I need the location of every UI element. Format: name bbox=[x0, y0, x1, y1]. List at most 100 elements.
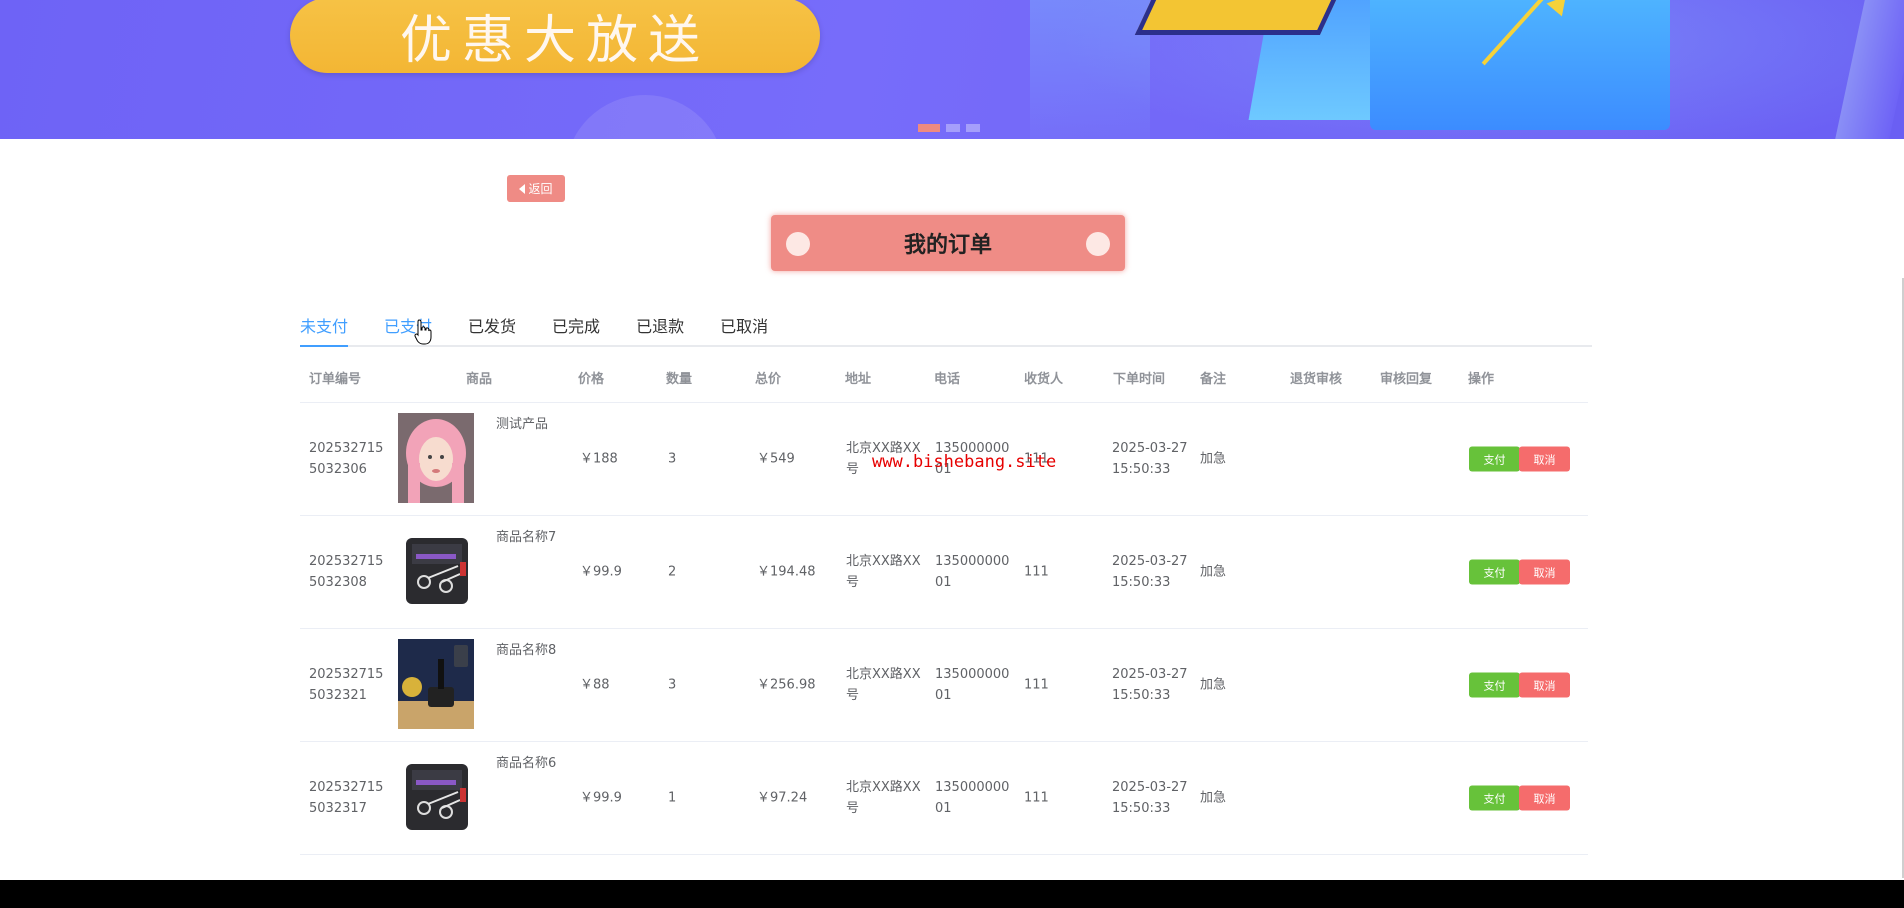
table-row: 202532715 5032321 商品名称8 ￥88 3 ￥256.98 北京XX路XX 号… bbox=[300, 629, 1588, 742]
column-header: 商品 bbox=[466, 372, 493, 387]
cancel-button[interactable]: 取消 bbox=[1519, 672, 1570, 698]
order-time: 2025-03-27 15:50:33 bbox=[1112, 438, 1188, 480]
tab-2[interactable]: 已发货 bbox=[468, 310, 516, 345]
order-number: 202532715 5032317 bbox=[309, 777, 383, 819]
product-name: 商品名称7 bbox=[496, 530, 557, 545]
carousel-dot[interactable] bbox=[946, 124, 960, 132]
back-button[interactable]: 返回 bbox=[507, 175, 565, 202]
product-image[interactable] bbox=[398, 752, 474, 842]
address-line: 北京XX路XX bbox=[846, 780, 921, 795]
product-name: 商品名称8 bbox=[496, 643, 557, 658]
order-number: 202532715 5032306 bbox=[309, 438, 383, 480]
pay-button[interactable]: 支付 bbox=[1469, 559, 1520, 585]
column-header: 电话 bbox=[934, 372, 961, 387]
table-header: 订单编号 商品 价格 数量 总价 地址 电话 收货人 下单时间 备注 退货审核 审核回复 操作 bbox=[300, 360, 1588, 403]
order-time: 2025-03-27 15:50:33 bbox=[1112, 664, 1188, 706]
remark: 加急 bbox=[1200, 564, 1227, 580]
tab-3[interactable]: 已完成 bbox=[552, 310, 600, 345]
phone-line: 01 bbox=[935, 688, 952, 703]
column-header: 操作 bbox=[1468, 372, 1495, 387]
order-time-line: 2025-03-27 bbox=[1112, 780, 1188, 795]
product-image[interactable] bbox=[398, 413, 474, 503]
order-number-line: 202532715 bbox=[309, 441, 384, 456]
back-button-label: 返回 bbox=[528, 182, 553, 196]
carousel-dot[interactable] bbox=[966, 124, 980, 132]
tab-4[interactable]: 已退款 bbox=[636, 310, 684, 345]
column-header: 地址 bbox=[845, 372, 872, 387]
address: 北京XX路XX 号 bbox=[846, 777, 921, 819]
order-number-line: 202532715 bbox=[309, 554, 384, 569]
receiver: 111 bbox=[1024, 677, 1049, 693]
address: 北京XX路XX 号 bbox=[846, 551, 921, 593]
pay-button[interactable]: 支付 bbox=[1469, 785, 1520, 811]
carousel-dot[interactable] bbox=[918, 124, 940, 132]
receiver: 111 bbox=[1024, 564, 1049, 580]
price: ￥188 bbox=[580, 451, 618, 467]
column-header: 审核回复 bbox=[1380, 372, 1433, 387]
phone-line: 135000000 bbox=[935, 554, 1010, 569]
address-line: 北京XX路XX bbox=[846, 554, 921, 569]
column-header: 下单时间 bbox=[1113, 372, 1166, 387]
remark: 加急 bbox=[1200, 677, 1227, 693]
order-time: 2025-03-27 15:50:33 bbox=[1112, 551, 1188, 593]
phone: 135000000 01 bbox=[935, 777, 1009, 819]
address-line: 号 bbox=[846, 575, 860, 590]
promo-banner[interactable]: 优惠大放送 bbox=[0, 0, 1904, 139]
order-time: 2025-03-27 15:50:33 bbox=[1112, 777, 1188, 819]
column-header: 收货人 bbox=[1024, 372, 1064, 387]
promo-text: 优惠大放送 bbox=[290, 0, 820, 73]
order-number-line: 5032317 bbox=[309, 801, 367, 816]
tab-0[interactable]: 未支付 bbox=[300, 310, 349, 347]
title-decoration-right bbox=[1086, 232, 1110, 256]
total-price: ￥256.98 bbox=[757, 677, 816, 693]
phone-line: 01 bbox=[935, 575, 952, 590]
phone: 135000000 01 bbox=[935, 551, 1009, 593]
remark: 加急 bbox=[1200, 790, 1227, 806]
column-header: 订单编号 bbox=[309, 372, 362, 387]
product-image[interactable] bbox=[398, 639, 474, 729]
order-number: 202532715 5032308 bbox=[309, 551, 383, 593]
quantity: 3 bbox=[668, 451, 677, 467]
address-line: 号 bbox=[846, 801, 860, 816]
cancel-button[interactable]: 取消 bbox=[1519, 559, 1570, 585]
table-row: 202532715 5032317 商品名称6 ￥99.9 1 ￥97.24 北京XX路XX… bbox=[300, 742, 1588, 855]
quantity: 2 bbox=[668, 564, 677, 580]
order-number: 202532715 5032321 bbox=[309, 664, 383, 706]
order-number-line: 5032308 bbox=[309, 575, 367, 590]
carousel-indicators bbox=[918, 124, 980, 132]
back-arrow-icon bbox=[519, 183, 526, 194]
product-name: 商品名称6 bbox=[496, 756, 557, 771]
price: ￥99.9 bbox=[580, 790, 622, 806]
product-image[interactable] bbox=[398, 526, 474, 616]
order-time-line: 2025-03-27 bbox=[1112, 554, 1188, 569]
cancel-button[interactable]: 取消 bbox=[1519, 785, 1570, 811]
column-header: 备注 bbox=[1200, 372, 1227, 387]
receiver: 111 bbox=[1024, 790, 1049, 806]
order-time-line: 15:50:33 bbox=[1112, 688, 1171, 703]
phone: 135000000 01 bbox=[935, 664, 1009, 706]
address: 北京XX路XX 号 bbox=[846, 664, 921, 706]
address-line: 号 bbox=[846, 688, 860, 703]
column-header: 数量 bbox=[666, 372, 693, 387]
tab-5[interactable]: 已取消 bbox=[720, 310, 768, 345]
order-number-line: 5032306 bbox=[309, 462, 367, 477]
pay-button[interactable]: 支付 bbox=[1469, 446, 1520, 472]
cancel-button[interactable]: 取消 bbox=[1519, 446, 1570, 472]
total-price: ￥97.24 bbox=[757, 790, 808, 806]
remark: 加急 bbox=[1200, 451, 1227, 467]
banner-decoration bbox=[1030, 0, 1150, 139]
hand-cursor-icon bbox=[414, 319, 432, 345]
banner-decoration bbox=[565, 95, 725, 139]
quantity: 1 bbox=[668, 790, 677, 806]
total-price: ￥194.48 bbox=[757, 564, 816, 580]
order-number-line: 5032321 bbox=[309, 688, 367, 703]
phone-line: 01 bbox=[935, 801, 952, 816]
pay-button[interactable]: 支付 bbox=[1469, 672, 1520, 698]
order-status-tabs: 未支付 已支付 已发货 已完成 已退款 已取消 bbox=[300, 310, 1592, 347]
table-row: 202532715 5032308 商品名称7 ￥99.9 2 ￥194.48 北京XX路X… bbox=[300, 516, 1588, 629]
order-time-line: 15:50:33 bbox=[1112, 801, 1171, 816]
column-header: 价格 bbox=[578, 372, 605, 387]
phone-line: 135000000 bbox=[935, 667, 1010, 682]
price: ￥99.9 bbox=[580, 564, 622, 580]
footer-bar bbox=[0, 880, 1904, 908]
